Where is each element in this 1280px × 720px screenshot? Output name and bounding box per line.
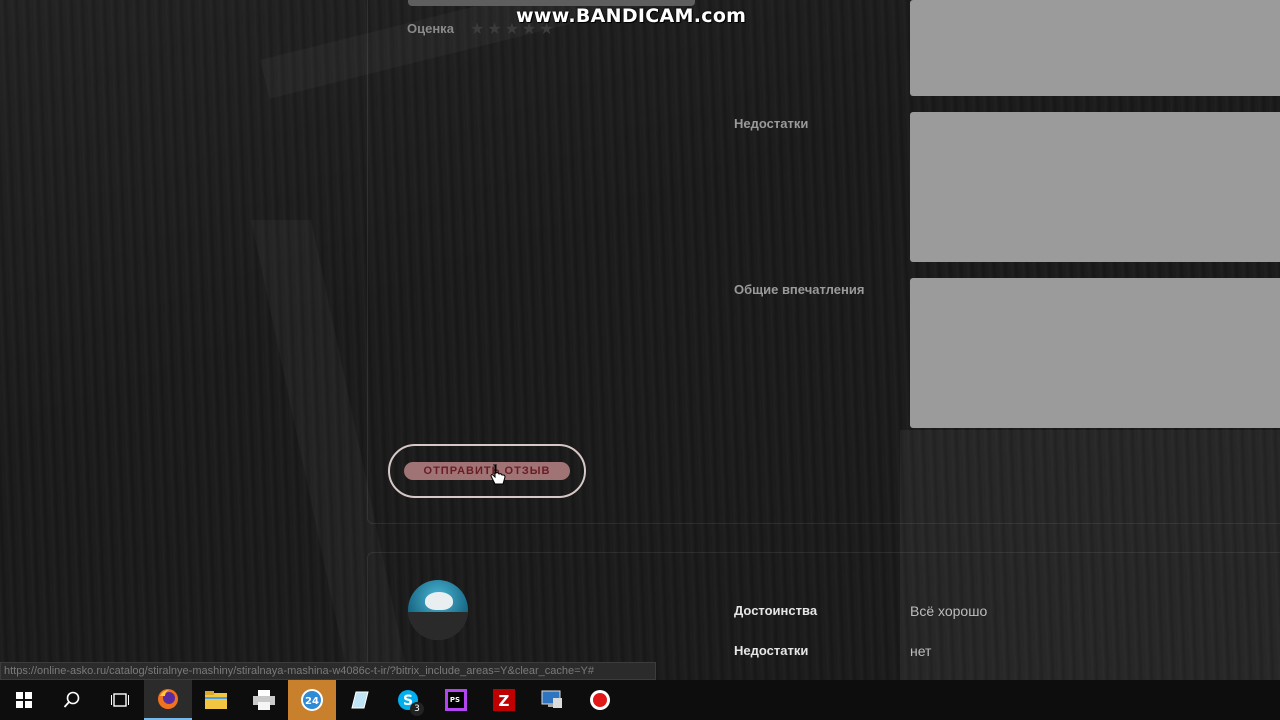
svg-text:Z: Z xyxy=(499,692,510,710)
star-icon[interactable]: ★ xyxy=(487,20,501,38)
file-explorer-icon[interactable] xyxy=(192,680,240,720)
windows-start-icon[interactable] xyxy=(0,680,48,720)
skype-icon[interactable]: S 3 xyxy=(384,680,432,720)
submit-review-button[interactable]: ОТПРАВИТЬ ОТЗЫВ xyxy=(388,444,586,498)
search-icon[interactable] xyxy=(48,680,96,720)
svg-text:PS: PS xyxy=(450,696,460,704)
bandicam-watermark: www.BANDICAM.com xyxy=(516,5,747,27)
submit-review-label: ОТПРАВИТЬ ОТЗЫВ xyxy=(404,462,570,480)
hand-cursor-icon xyxy=(490,464,506,485)
status-bar-url: https://online-asko.ru/catalog/stiralnye… xyxy=(0,662,656,680)
svg-text:24: 24 xyxy=(305,696,319,707)
avatar xyxy=(408,580,468,640)
rating-label: Оценка xyxy=(407,21,454,36)
review-advantages-label: Достоинства xyxy=(734,603,818,618)
bandicam-record-icon[interactable] xyxy=(576,680,624,720)
task-view-icon[interactable] xyxy=(96,680,144,720)
skype-badge: 3 xyxy=(410,702,424,716)
clock-24-app-icon[interactable]: 24 xyxy=(288,680,336,720)
star-icon[interactable]: ★ xyxy=(470,20,484,38)
taskbar: 24 S 3 PS Z xyxy=(0,680,1280,720)
firefox-icon[interactable] xyxy=(144,680,192,720)
advantages-textarea[interactable] xyxy=(910,0,1280,96)
polar-bear-icon xyxy=(425,592,453,610)
impressions-textarea[interactable] xyxy=(910,278,1280,428)
remote-desktop-icon[interactable] xyxy=(528,680,576,720)
disadvantages-textarea[interactable] xyxy=(910,112,1280,262)
disadvantages-label: Недостатки xyxy=(734,116,809,131)
review-disadvantages-label: Недостатки xyxy=(734,643,809,658)
notepad-icon[interactable] xyxy=(336,680,384,720)
filezilla-icon[interactable]: Z xyxy=(480,680,528,720)
printer-icon[interactable] xyxy=(240,680,288,720)
review-disadvantages-value: нет xyxy=(910,643,932,659)
review-advantages-value: Всё хорошо xyxy=(910,603,988,619)
phpstorm-icon[interactable]: PS xyxy=(432,680,480,720)
impressions-label: Общие впечатления xyxy=(734,282,865,297)
